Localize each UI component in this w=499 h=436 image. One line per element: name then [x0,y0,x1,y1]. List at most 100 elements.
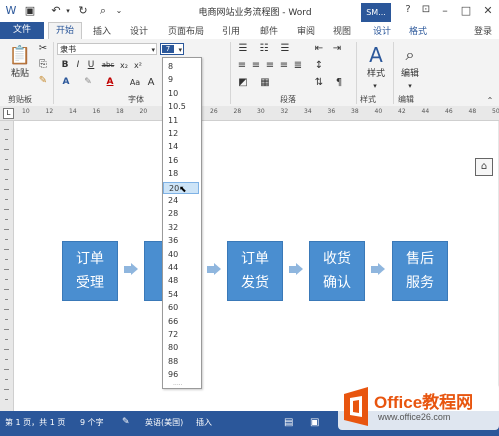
page-count[interactable]: 第 1 页，共 1 页 [5,417,65,428]
font-size-box[interactable]: 7 ▾ [160,43,184,55]
print-preview-icon[interactable]: ⌕ [97,5,109,17]
font-size-option[interactable]: 40 [163,249,199,261]
tab-smartart-format[interactable]: 格式 [409,24,427,37]
copy-icon[interactable]: ⎘ [37,59,49,70]
tab-view[interactable]: 视图 [333,24,351,37]
show-marks-icon[interactable]: ¶ [332,77,346,88]
align-left-icon[interactable]: ≡ [236,60,248,71]
find-icon[interactable]: ⌕ [397,43,423,67]
font-size-option[interactable]: 24 [163,195,199,207]
font-size-option[interactable]: 20 ⬉ [163,181,199,195]
styles-icon[interactable]: A [362,43,390,67]
flow-step-order-ship[interactable]: 订单 发货 [227,241,283,301]
align-right-icon[interactable]: ≡ [264,60,276,71]
font-size-option[interactable]: 12 [163,128,199,140]
chevron-down-icon[interactable]: ▾ [370,81,380,92]
tab-review[interactable]: 审阅 [297,24,315,37]
font-size-option[interactable]: 60 [163,302,199,314]
maximize-button[interactable]: □ [459,4,473,17]
cut-icon[interactable]: ✂ [37,43,49,54]
font-size-option[interactable]: 36 [163,235,199,247]
undo-icon[interactable]: ↶ [50,5,62,17]
paste-button[interactable]: 粘贴 [7,69,33,80]
flow-step-order-accept[interactable]: 订单 受理 [62,241,118,301]
font-size-option[interactable]: 10 [163,88,199,100]
font-size-option[interactable]: 48 [163,275,199,287]
font-size-option[interactable]: 72 [163,329,199,341]
help-button[interactable]: ? [401,4,415,15]
tab-references[interactable]: 引用 [222,24,240,37]
editing-button[interactable]: 编辑 [397,69,423,80]
collapse-ribbon-icon[interactable]: ⌃ [485,95,495,106]
increase-indent-icon[interactable]: ⇥ [330,43,344,54]
flow-step-after-sales[interactable]: 售后 服务 [392,241,448,301]
justify-icon[interactable]: ≡ [278,60,290,71]
tab-home[interactable]: 开始 [48,22,82,40]
resize-grip-icon[interactable]: ..... [173,380,183,387]
layout-options-icon[interactable]: ⌂ [475,158,493,176]
print-layout-icon[interactable]: ▣ [310,417,319,428]
close-button[interactable]: ✕ [481,4,495,17]
distributed-icon[interactable]: ≣ [292,60,304,71]
tab-page-layout[interactable]: 页面布局 [168,24,204,37]
font-size-option[interactable]: 18 [163,168,199,180]
insert-mode[interactable]: 插入 [196,417,212,428]
font-size-dropdown[interactable]: 8 9 10 10.5 11 12 14 16 18 20 ⬉ 24 28 32 36 40 44 48 54 60 6… [162,57,202,389]
tab-mailings[interactable]: 邮件 [260,24,278,37]
tab-design[interactable]: 设计 [130,24,148,37]
tab-insert[interactable]: 插入 [93,24,111,37]
change-case-button[interactable]: Aa [126,77,144,88]
decrease-indent-icon[interactable]: ⇤ [312,43,326,54]
italic-button[interactable]: I [73,60,83,71]
customize-qat-icon[interactable]: ⌄ [113,5,125,17]
font-size-option[interactable]: 10.5 [163,101,199,113]
login-link[interactable]: 登录 [474,24,492,37]
strikethrough-button[interactable]: abc [100,60,116,71]
read-mode-icon[interactable]: ▤ [284,417,293,428]
font-size-option[interactable]: 32 [163,222,199,234]
highlight-icon[interactable]: ✎ [82,77,94,88]
borders-icon[interactable]: ▦ [258,77,272,88]
multilevel-list-icon[interactable]: ☰ [278,43,292,54]
undo-dropdown-icon[interactable]: ▾ [62,5,74,17]
tab-selector-icon[interactable]: L [3,108,14,119]
font-size-option[interactable]: 44 [163,262,199,274]
font-size-option[interactable]: 11 [163,115,199,127]
font-size-option[interactable]: 88 [163,356,199,368]
chevron-down-icon[interactable]: ▾ [178,44,182,56]
document-page[interactable]: ⌂ 订单 受理 订 配 订单 发货 收货 确认 售后 服务 [14,121,498,411]
tab-smartart-design[interactable]: 设计 [373,24,391,37]
font-name-box[interactable]: 隶书 ▾ [57,43,157,55]
bullets-icon[interactable]: ☰ [236,43,250,54]
superscript-button[interactable]: x² [132,60,144,71]
smartart-tools-tab[interactable]: SM... [361,3,391,22]
save-icon[interactable]: ▣ [24,5,36,17]
word-count[interactable]: 9 个字 [80,417,104,428]
font-size-option[interactable]: 66 [163,316,199,328]
font-size-option[interactable]: 16 [163,155,199,167]
numbering-icon[interactable]: ☷ [257,43,271,54]
font-size-option[interactable]: 9 [163,74,199,86]
font-size-option[interactable]: 28 [163,208,199,220]
shading-icon[interactable]: ◩ [236,77,250,88]
text-effects-button[interactable]: A [60,77,72,88]
ribbon-display-button[interactable]: ⊡ [419,4,433,15]
proofing-icon[interactable]: ✎ [122,417,130,427]
format-painter-icon[interactable]: ✎ [37,75,49,86]
paste-icon[interactable]: 📋 [8,43,32,69]
styles-button[interactable]: 样式 [362,69,390,80]
minimize-button[interactable]: – [438,4,452,17]
font-color-button[interactable]: A [104,77,116,88]
flow-step-receipt-confirm[interactable]: 收货 确认 [309,241,365,301]
align-center-icon[interactable]: ≡ [250,60,262,71]
underline-button[interactable]: U [86,60,96,71]
bold-button[interactable]: B [60,60,70,71]
font-size-option[interactable]: 8 [163,61,199,73]
subscript-button[interactable]: x₂ [118,60,130,71]
font-size-option[interactable]: 14 [163,141,199,153]
font-size-option[interactable]: 54 [163,289,199,301]
line-spacing-icon[interactable]: ↕ [312,60,326,71]
font-size-option[interactable]: 80 [163,342,199,354]
grow-font-button[interactable]: A [145,77,157,88]
sort-icon[interactable]: ⇅ [312,77,326,88]
